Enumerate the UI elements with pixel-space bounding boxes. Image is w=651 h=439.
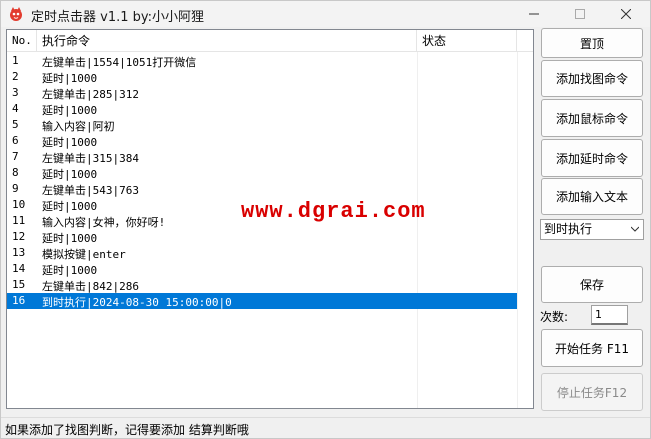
row-no-cell: 4 [12, 102, 19, 115]
save-button[interactable]: 保存 [541, 266, 643, 303]
table-row[interactable]: 1 左键单击|1554|1051打开微信 [7, 53, 517, 69]
row-no-cell: 12 [12, 230, 26, 243]
row-command-cell: 延时|1000 [42, 136, 98, 149]
minimize-icon [529, 13, 539, 15]
table-row[interactable]: 14 延时|1000 [7, 261, 517, 277]
row-no-cell: 10 [12, 198, 26, 211]
row-command-cell: 左键单击|1554|1051打开微信 [42, 56, 197, 69]
row-no-cell: 2 [12, 70, 19, 83]
app-window: 定时点击器 v1.1 by:小小阿狸 No. 执行命令 状态 1 左键单击|155… [0, 0, 651, 439]
row-command-cell: 左键单击|543|763 [42, 184, 139, 197]
row-command-cell: 延时|1000 [42, 232, 98, 245]
table-row[interactable]: 12 延时|1000 [7, 229, 517, 245]
app-icon [10, 7, 22, 21]
close-icon [621, 9, 631, 19]
row-no-cell: 13 [12, 246, 26, 259]
row-no-cell: 3 [12, 86, 19, 99]
row-no-cell: 6 [12, 134, 19, 147]
start-task-button[interactable]: 开始任务 F11 [541, 329, 643, 367]
count-label: 次数: [540, 310, 569, 324]
row-no-cell: 9 [12, 182, 19, 195]
maximize-icon [575, 9, 585, 19]
add-find-image-button[interactable]: 添加找图命令 [541, 60, 643, 97]
add-delay-command-button[interactable]: 添加延时命令 [541, 139, 643, 177]
row-command-cell: 延时|1000 [42, 200, 98, 213]
close-button[interactable] [603, 1, 649, 27]
row-no-cell: 1 [12, 54, 19, 67]
minimize-button[interactable] [511, 1, 557, 27]
table-row[interactable]: 15 左键单击|842|286 [7, 277, 517, 293]
row-no-cell: 8 [12, 166, 19, 179]
add-input-text-button[interactable]: 添加输入文本 [541, 178, 643, 215]
table-row[interactable]: 5 输入内容|阿初 [7, 117, 517, 133]
row-command-cell: 延时|1000 [42, 72, 98, 85]
list-header: No. 执行命令 状态 [7, 30, 533, 52]
maximize-button[interactable] [557, 1, 603, 27]
column-header-command[interactable]: 执行命令 [37, 30, 417, 52]
list-rows: 1 左键单击|1554|1051打开微信 2 延时|1000 3 左键单击|285|312… [7, 53, 533, 309]
row-command-cell: 左键单击|842|286 [42, 280, 139, 293]
row-command-cell: 延时|1000 [42, 168, 98, 181]
table-row[interactable]: 7 左键单击|315|384 [7, 149, 517, 165]
count-input[interactable]: 1 [591, 305, 628, 325]
table-row[interactable]: 13 模拟按键|enter [7, 245, 517, 261]
table-row[interactable]: 2 延时|1000 [7, 69, 517, 85]
row-no-cell: 14 [12, 262, 26, 275]
mode-select[interactable]: 到时执行 [540, 219, 644, 240]
row-command-cell: 左键单击|285|312 [42, 88, 139, 101]
stop-task-button[interactable]: 停止任务F12 [541, 373, 643, 411]
row-command-cell: 输入内容|阿初 [42, 120, 115, 133]
row-command-cell: 模拟按键|enter [42, 248, 126, 261]
table-row[interactable]: 4 延时|1000 [7, 101, 517, 117]
table-row[interactable]: 8 延时|1000 [7, 165, 517, 181]
status-bar: 如果添加了找图判断，记得要添加 结算判断哦 [1, 417, 650, 438]
title-bar[interactable]: 定时点击器 v1.1 by:小小阿狸 [1, 1, 650, 27]
row-no-cell: 11 [12, 214, 26, 227]
column-header-status[interactable]: 状态 [417, 30, 517, 52]
row-no-cell: 7 [12, 150, 19, 163]
row-command-cell: 延时|1000 [42, 104, 98, 117]
row-command-cell: 输入内容|女神，你好呀! [42, 216, 166, 229]
column-header-no[interactable]: No. [7, 30, 37, 52]
table-row[interactable]: 9 左键单击|543|763 [7, 181, 517, 197]
row-command-cell: 延时|1000 [42, 264, 98, 277]
mode-select-value: 到时执行 [544, 222, 593, 236]
watermark-text: www.dgrai.com [241, 199, 426, 224]
status-text: 如果添加了找图判断，记得要添加 结算判断哦 [5, 423, 249, 437]
chevron-down-icon [631, 226, 639, 232]
window-title: 定时点击器 v1.1 by:小小阿狸 [31, 10, 205, 25]
row-no-cell: 16 [12, 294, 26, 307]
row-command-cell: 左键单击|315|384 [42, 152, 139, 165]
row-command-cell: 到时执行|2024-08-30 15:00:00|0 [42, 296, 232, 309]
pin-top-button[interactable]: 置顶 [541, 28, 643, 58]
table-row[interactable]: 16 到时执行|2024-08-30 15:00:00|0 [7, 293, 517, 309]
add-mouse-command-button[interactable]: 添加鼠标命令 [541, 99, 643, 137]
row-no-cell: 5 [12, 118, 19, 131]
table-row[interactable]: 3 左键单击|285|312 [7, 85, 517, 101]
row-no-cell: 15 [12, 278, 26, 291]
table-row[interactable]: 6 延时|1000 [7, 133, 517, 149]
